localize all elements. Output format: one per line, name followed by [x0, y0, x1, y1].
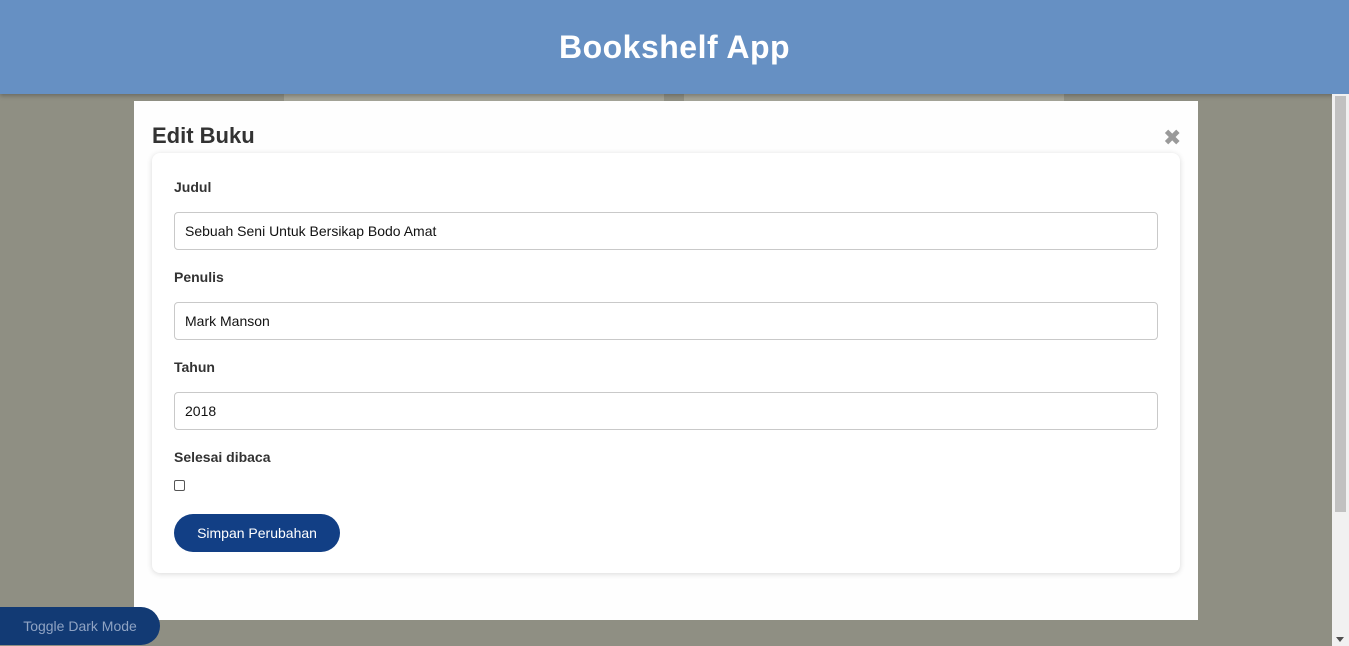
tahun-input[interactable] [174, 392, 1158, 430]
selesai-dibaca-checkbox[interactable] [174, 480, 185, 491]
scrollbar-thumb[interactable] [1335, 96, 1346, 512]
toggle-dark-mode-button[interactable]: Toggle Dark Mode [0, 607, 160, 645]
modal-title: Edit Buku [152, 123, 255, 148]
save-changes-button[interactable]: Simpan Perubahan [174, 514, 340, 552]
app-title: Bookshelf App [558, 28, 791, 65]
scrollbar[interactable] [1332, 94, 1349, 646]
edit-book-form: Judul Penulis Tahun Selesai dibaca Simpa… [152, 153, 1180, 573]
judul-input[interactable] [174, 212, 1158, 250]
selesai-dibaca-label: Selesai dibaca [174, 449, 271, 465]
judul-label: Judul [174, 179, 212, 195]
app-header: Bookshelf App [0, 0, 1349, 94]
penulis-input[interactable] [174, 302, 1158, 340]
tahun-label: Tahun [174, 359, 215, 375]
edit-book-modal: Edit Buku ✖ Judul Penulis Tahun Selesai … [134, 101, 1198, 620]
penulis-label: Penulis [174, 269, 224, 285]
close-icon[interactable]: ✖ [1163, 127, 1181, 149]
scroll-down-arrow-icon[interactable] [1336, 637, 1344, 642]
